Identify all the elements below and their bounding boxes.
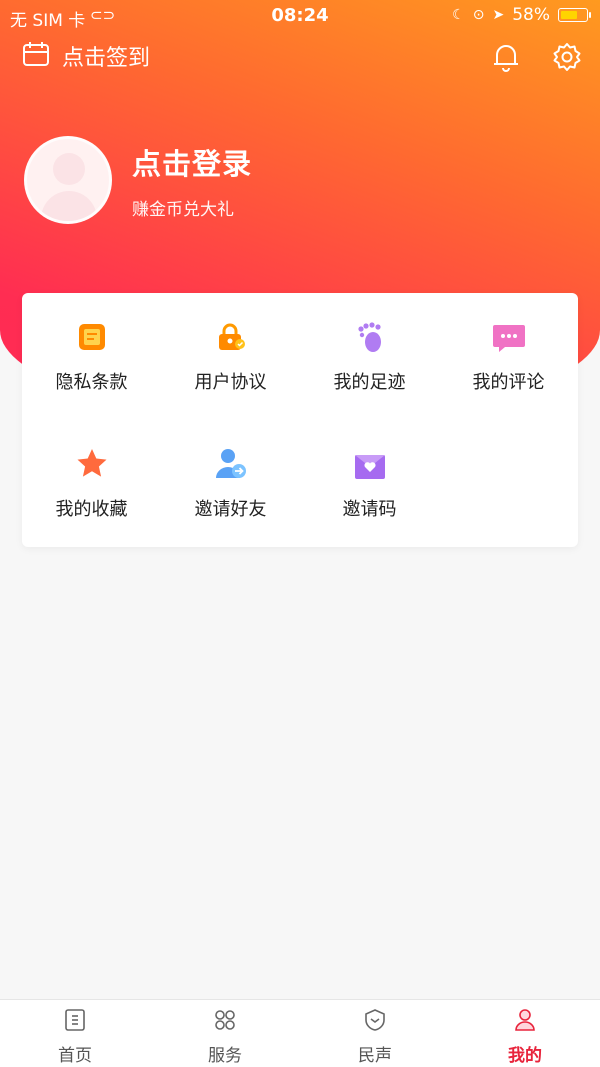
top-bar: 点击签到 [0, 40, 600, 80]
rotation-lock-icon: ⊙ [472, 7, 485, 23]
menu-item-label: 我的评论 [472, 372, 545, 393]
gear-icon[interactable] [552, 42, 582, 76]
menu-item-label: 邀请好友 [194, 499, 267, 520]
menu-item-label: 我的收藏 [55, 499, 128, 520]
footprint-icon [353, 320, 387, 354]
tab-label: 首页 [58, 1046, 92, 1066]
status-bar: 无 SIM 卡 ⊂⊃ 08:24 ☾ ⊙ ➤ 58% [0, 0, 600, 32]
tab-bar: 首页 服务 民声 我的 [0, 999, 600, 1067]
menu-item-invite-code[interactable]: 邀请码 [300, 420, 439, 547]
menu-item-label: 我的足迹 [333, 372, 406, 393]
tab-home[interactable]: 首页 [0, 1000, 150, 1067]
profile-icon [513, 1008, 537, 1036]
services-icon [213, 1008, 237, 1036]
menu-item-agreement[interactable]: 用户协议 [161, 293, 300, 420]
battery-icon [558, 8, 591, 22]
login-profile[interactable]: 点击登录 赚金币兑大礼 [24, 136, 252, 224]
bell-icon[interactable] [492, 42, 520, 76]
menu-item-label: 隐私条款 [55, 372, 128, 393]
tab-voice[interactable]: 民声 [300, 1000, 450, 1067]
login-subtitle: 赚金币兑大礼 [132, 199, 234, 220]
location-icon: ➤ [492, 7, 505, 23]
battery-percent: 58% [512, 5, 550, 25]
avatar[interactable] [24, 136, 112, 224]
voice-icon [363, 1008, 387, 1036]
checkin-button[interactable]: 点击签到 [22, 40, 150, 72]
tab-services[interactable]: 服务 [150, 1000, 300, 1067]
calendar-icon [22, 41, 50, 71]
login-title[interactable]: 点击登录 [132, 141, 252, 183]
invite-user-icon [214, 447, 248, 481]
menu-item-comments[interactable]: 我的评论 [439, 293, 578, 420]
menu-item-label: 邀请码 [342, 499, 397, 520]
agreement-lock-icon [214, 320, 248, 354]
privacy-icon [75, 320, 109, 354]
menu-card: 隐私条款 用户协议 我的足迹 我的评论 我的收藏 邀请好友 邀请码 [22, 293, 578, 547]
comment-icon [492, 320, 526, 354]
tab-label: 服务 [208, 1046, 242, 1066]
tab-label: 我的 [508, 1046, 542, 1066]
moon-icon: ☾ [452, 7, 465, 23]
home-icon [63, 1008, 87, 1036]
menu-item-footprint[interactable]: 我的足迹 [300, 293, 439, 420]
menu-item-invite-friends[interactable]: 邀请好友 [161, 420, 300, 547]
star-icon [75, 447, 109, 481]
tab-label: 民声 [358, 1046, 392, 1066]
invite-code-icon [353, 447, 387, 481]
menu-item-privacy[interactable]: 隐私条款 [22, 293, 161, 420]
checkin-label: 点击签到 [62, 46, 151, 71]
menu-item-favorites[interactable]: 我的收藏 [22, 420, 161, 547]
menu-item-label: 用户协议 [194, 372, 267, 393]
tab-profile[interactable]: 我的 [450, 1000, 600, 1067]
